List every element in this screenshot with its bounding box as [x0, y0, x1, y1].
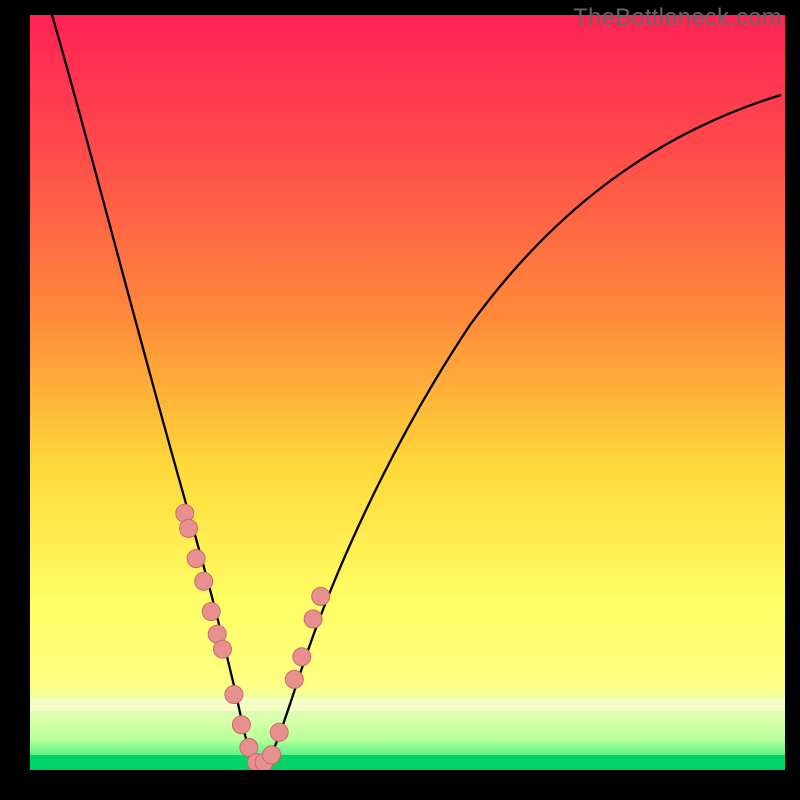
marker-dot: [195, 572, 213, 590]
marker-dot: [285, 670, 303, 688]
gradient-background: [30, 15, 785, 770]
marker-dot: [270, 723, 288, 741]
marker-dot: [214, 640, 232, 658]
marker-dot: [293, 648, 311, 666]
marker-dot: [312, 587, 330, 605]
band-light-1: [30, 698, 785, 711]
band-light-2: [30, 711, 785, 721]
marker-dot: [232, 716, 250, 734]
marker-dot: [225, 686, 243, 704]
chart-svg: [30, 15, 785, 770]
marker-dot: [263, 746, 281, 764]
marker-dot: [202, 603, 220, 621]
plot-area: [30, 15, 785, 770]
marker-dot: [187, 550, 205, 568]
band-green-bottom: [30, 755, 785, 770]
chart-frame: TheBottleneck.com: [0, 0, 800, 800]
watermark-text: TheBottleneck.com: [573, 4, 782, 32]
marker-dot: [304, 610, 322, 628]
marker-dot: [180, 519, 198, 537]
